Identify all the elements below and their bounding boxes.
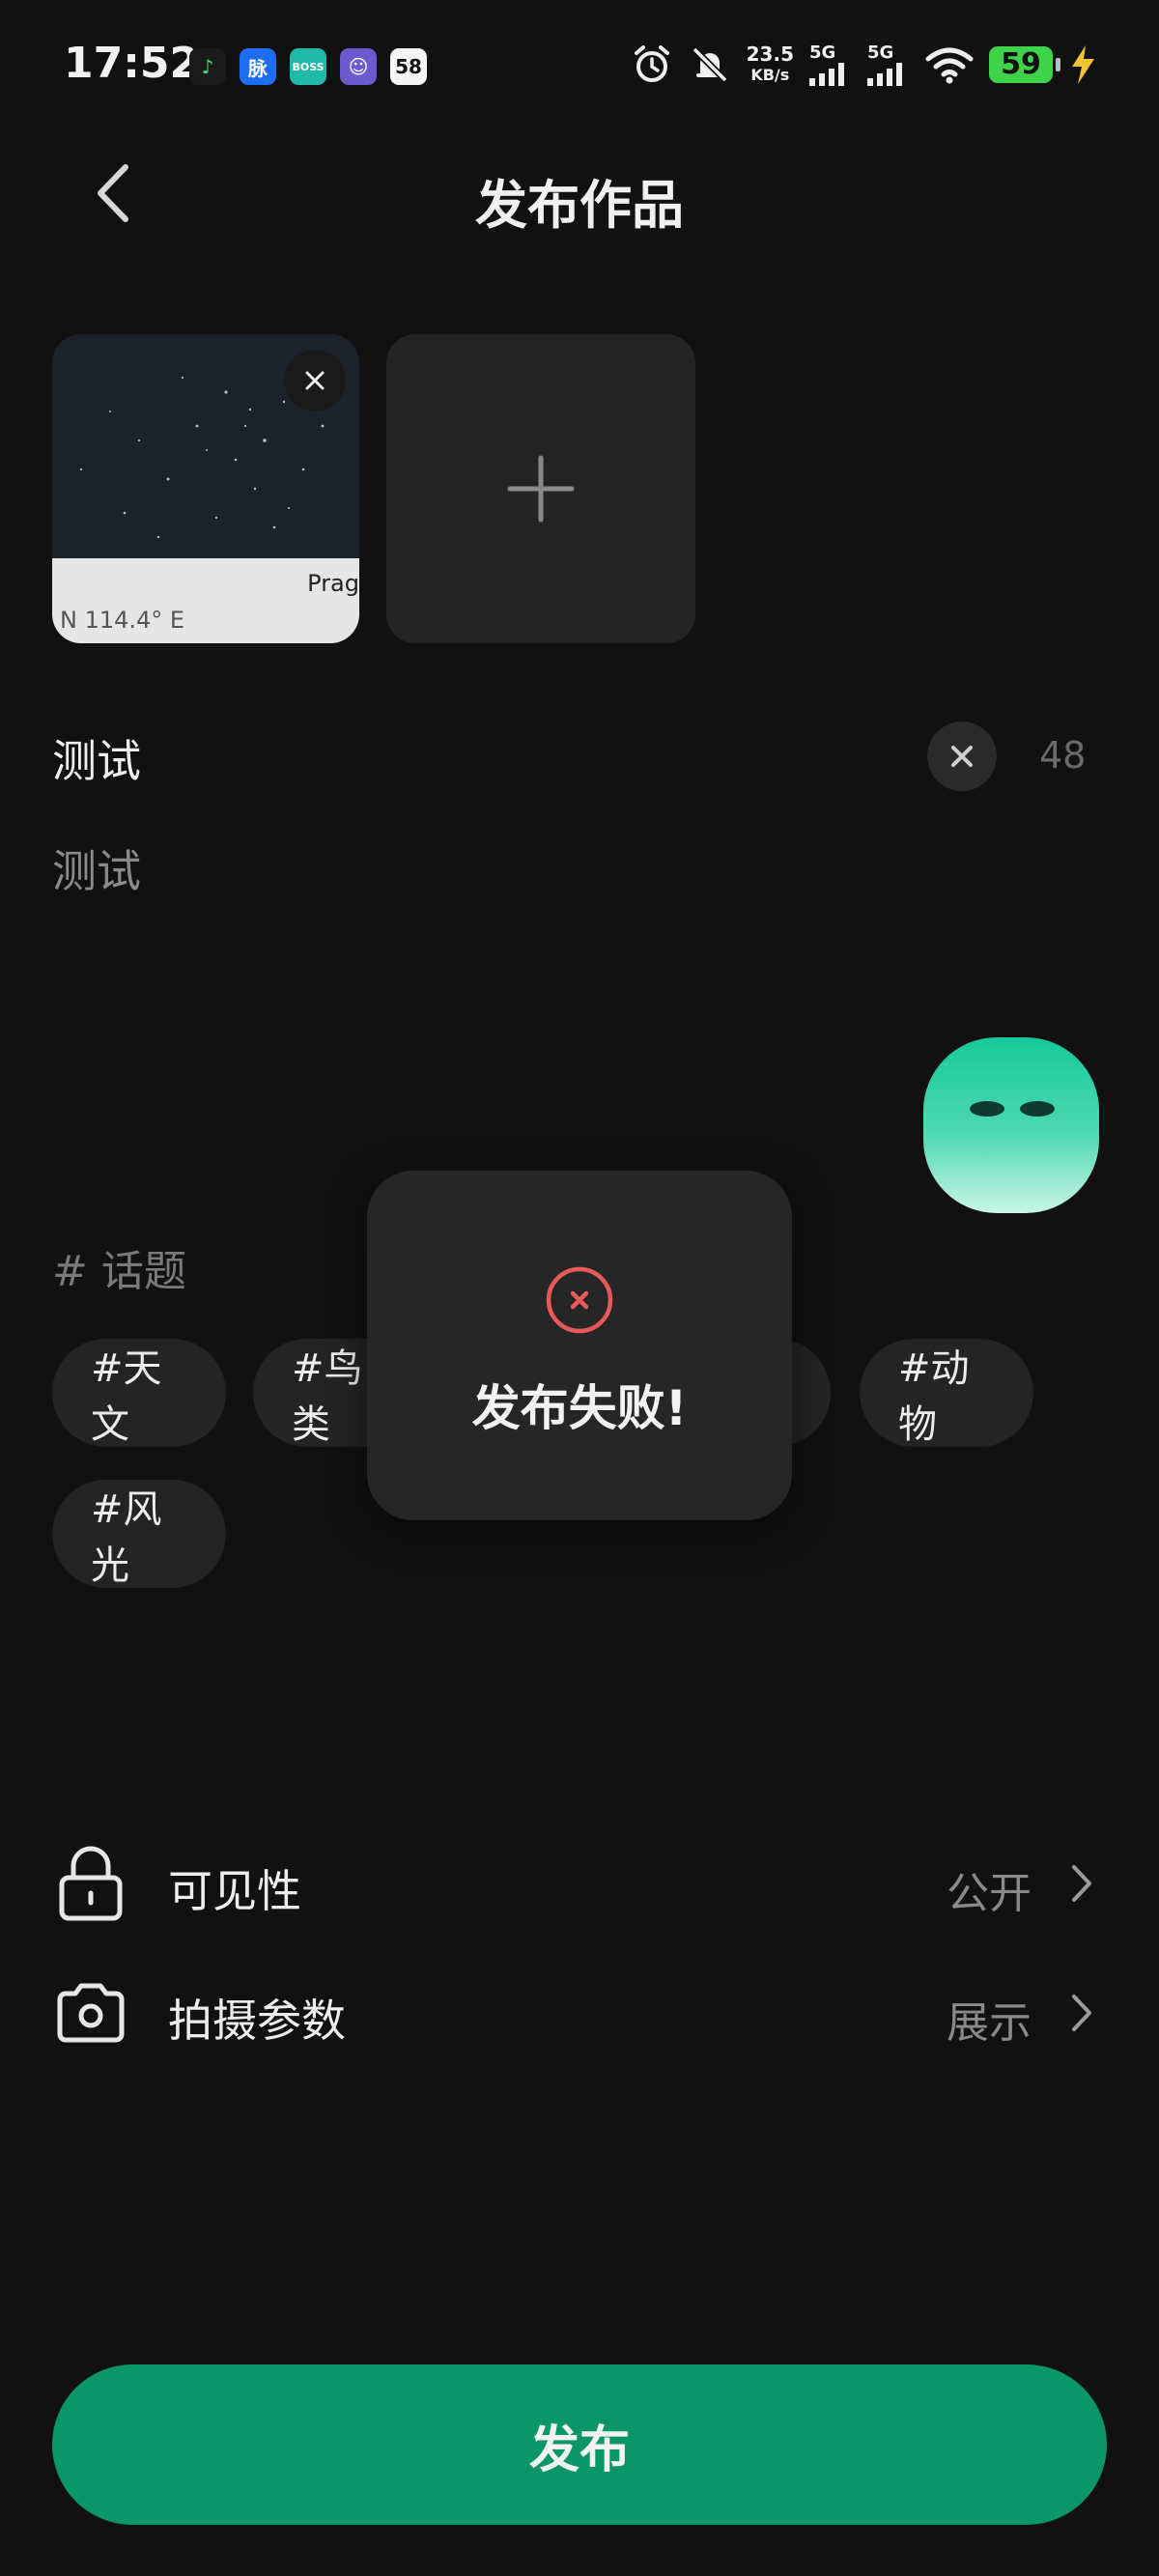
chevron-right-icon (1072, 1995, 1091, 2031)
camera-params-label: 拍摄参数 (168, 1995, 346, 2047)
body-input[interactable]: 测试 (52, 836, 141, 900)
wifi-icon (925, 47, 974, 83)
title-input[interactable]: 测试 (52, 726, 141, 790)
boss-app-icon: BOSS (290, 48, 326, 85)
mute-bell-icon (692, 46, 728, 82)
visibility-value[interactable]: 公开 (947, 1858, 1032, 1920)
game-app-icon: ☺ (340, 48, 377, 85)
page-title: 发布作品 (475, 175, 684, 236)
signal-1: 5G (809, 42, 852, 86)
publish-button[interactable]: 发布 (52, 2364, 1107, 2525)
close-icon (305, 371, 325, 390)
topic-chip-astronomy[interactable]: #天文 (52, 1339, 226, 1447)
topic-chip-animals[interactable]: #动物 (860, 1339, 1033, 1447)
signal-bars-icon (809, 63, 844, 86)
lock-icon (59, 1846, 123, 1921)
alarm-icon (634, 44, 669, 82)
camera-icon (57, 1983, 125, 2043)
charging-bolt-icon (1072, 44, 1094, 84)
thumbnail-caption-strip: Prag N 114.4° E (52, 558, 359, 643)
topic-section-label: # 话题 (52, 1247, 186, 1296)
chevron-right-icon (1072, 1865, 1091, 1902)
battery-indicator: 59 (989, 45, 1060, 83)
remove-photo-button[interactable] (284, 350, 346, 411)
signal-2: 5G (867, 42, 910, 86)
topic-chip-scenery[interactable]: #风光 (52, 1480, 226, 1588)
close-icon (951, 746, 973, 767)
signal-bars-icon (867, 63, 902, 86)
clear-title-button[interactable] (927, 722, 997, 791)
network-speed: 23.5 KB/s (746, 42, 794, 84)
char-count: 48 (1039, 734, 1087, 777)
status-time: 17:52 (64, 39, 200, 88)
camera-params-value[interactable]: 展示 (947, 1988, 1032, 2050)
thumbnail-coordinates-text: N 114.4° E (60, 607, 185, 634)
plus-icon (507, 455, 575, 523)
mascot-assistant[interactable] (923, 1037, 1099, 1213)
photo-thumbnail[interactable]: Prag N 114.4° E (52, 334, 359, 643)
maimai-app-icon: 脉 (240, 48, 276, 85)
error-circle-icon (546, 1266, 613, 1334)
58-app-icon: 58 (390, 48, 427, 85)
toast-message: 发布失败! (471, 1380, 688, 1436)
add-photo-button[interactable] (386, 334, 695, 643)
mascot-left-eye (970, 1101, 1004, 1117)
thumbnail-location-text: Prag (307, 570, 359, 597)
notification-app-icons: ♪ 脉 BOSS ☺ 58 (189, 48, 427, 85)
status-indicators: 23.5 KB/s 5G 5G 59 (631, 42, 1097, 86)
error-toast: 发布失败! (367, 1171, 792, 1520)
visibility-label: 可见性 (168, 1865, 301, 1917)
mascot-right-eye (1020, 1101, 1055, 1117)
music-app-icon: ♪ (189, 48, 226, 85)
